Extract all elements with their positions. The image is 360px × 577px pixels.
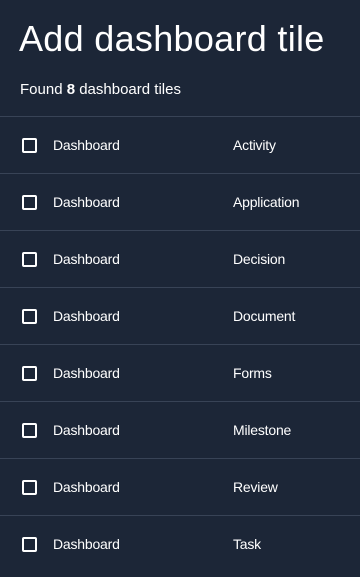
tile-name: Dashboard [53,536,120,552]
tile-checkbox[interactable] [22,138,37,153]
results-summary-prefix: Found [20,81,67,98]
tile-row[interactable]: Dashboard Document [0,287,360,344]
tile-row[interactable]: Dashboard Forms [0,344,360,401]
tile-row[interactable]: Dashboard Review [0,458,360,515]
tile-type: Decision [233,251,286,267]
tile-type: Milestone [233,422,292,438]
tile-name: Dashboard [53,251,120,267]
tile-row[interactable]: Dashboard Milestone [0,401,360,458]
results-summary: Found 8 dashboard tiles [20,81,181,99]
tile-row[interactable]: Dashboard Task [0,515,360,572]
tile-checkbox[interactable] [22,423,37,438]
results-count: 8 [66,81,76,98]
page-title: Add dashboard tile [19,18,325,59]
tile-name: Dashboard [53,194,120,210]
tile-name: Dashboard [53,308,120,324]
tile-list: Dashboard Activity Dashboard Application… [0,116,360,572]
tile-checkbox[interactable] [22,309,37,324]
tile-checkbox[interactable] [22,252,37,267]
add-dashboard-tile-panel: Add dashboard tile Found 8 dashboard til… [0,0,360,577]
tile-type: Activity [233,137,276,153]
tile-row[interactable]: Dashboard Decision [0,230,360,287]
tile-name: Dashboard [53,422,120,438]
tile-row[interactable]: Dashboard Application [0,173,360,230]
tile-type: Task [233,536,261,552]
tile-name: Dashboard [53,479,120,495]
tile-checkbox[interactable] [22,366,37,381]
tile-type: Document [233,308,296,324]
tile-type: Review [233,479,278,495]
tile-name: Dashboard [53,137,120,153]
tile-type: Application [233,194,300,210]
tile-checkbox[interactable] [22,480,37,495]
tile-name: Dashboard [53,365,120,381]
tile-type: Forms [233,365,272,381]
tile-row[interactable]: Dashboard Activity [0,116,360,173]
results-summary-suffix: dashboard tiles [75,81,181,98]
tile-checkbox[interactable] [22,195,37,210]
tile-checkbox[interactable] [22,537,37,552]
